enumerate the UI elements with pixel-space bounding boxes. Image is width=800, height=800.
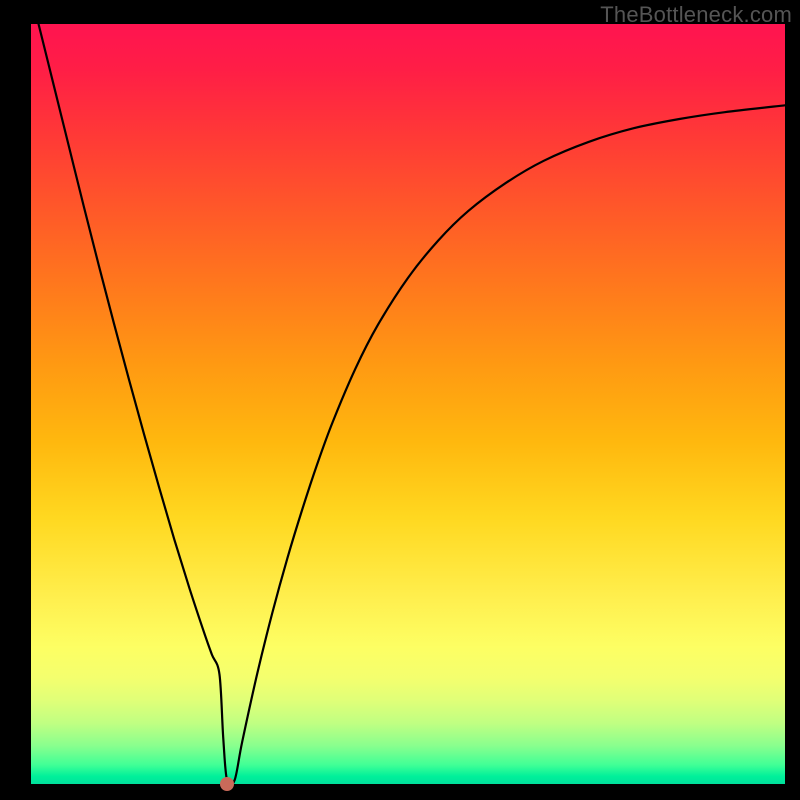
chart-frame: TheBottleneck.com [0, 0, 800, 800]
plot-gradient-area [31, 24, 785, 784]
optimum-marker-icon [220, 777, 234, 791]
watermark-text: TheBottleneck.com [600, 2, 792, 28]
bottleneck-curve [31, 24, 785, 784]
